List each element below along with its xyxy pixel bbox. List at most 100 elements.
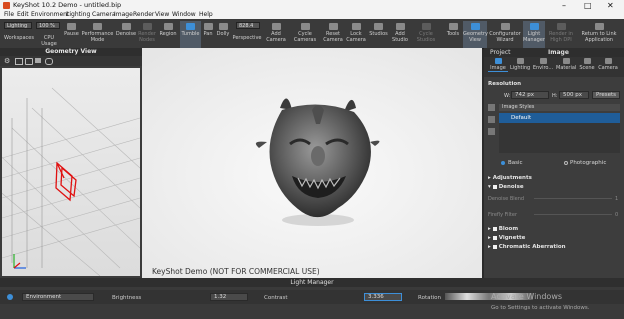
denoise-button[interactable]: Denoise (115, 23, 137, 38)
reset-camera-label: Reset Camera (323, 31, 343, 43)
denoise-heading[interactable]: ▾ Denoise (488, 184, 524, 190)
menu-edit[interactable]: Edit (17, 11, 29, 18)
add-studio-button[interactable]: Add Studio (390, 23, 410, 43)
return-to-link-button[interactable]: Return to Link Application (577, 23, 621, 43)
menu-view[interactable]: View (155, 11, 169, 18)
visibility-icon[interactable] (45, 58, 53, 65)
chromatic-aberration-heading[interactable]: ▸ Chromatic Aberration (488, 244, 566, 250)
region-button[interactable]: Region (158, 23, 178, 38)
denoise-blend-value[interactable]: 1 (615, 196, 618, 202)
chromatic-aberration-checkbox[interactable] (492, 244, 497, 249)
menu-camera[interactable]: Camera (92, 11, 116, 18)
subtab-material[interactable]: Material (556, 58, 576, 71)
camera-icon[interactable] (25, 58, 33, 65)
subtab-camera[interactable]: Camera (598, 58, 618, 71)
style-default-row[interactable]: Default (499, 113, 620, 123)
menu-file[interactable]: File (4, 11, 14, 18)
light-enabled-icon[interactable] (7, 294, 13, 300)
denoise-blend-slider[interactable] (534, 198, 612, 199)
render-high-dpi-button[interactable]: Render in High DPI (547, 23, 575, 43)
denoise-checkbox[interactable] (492, 184, 497, 189)
cycle-cameras-icon (300, 23, 310, 30)
add-camera-icon (271, 23, 281, 30)
lighting-icon (516, 58, 524, 64)
adjustments-heading[interactable]: ▸ Adjustments (488, 175, 532, 181)
contrast-input[interactable]: 3.336 (364, 293, 402, 301)
window-title: KeyShot 10.2 Demo - untitled.bip (13, 1, 122, 9)
menu-image[interactable]: Image (114, 11, 133, 18)
bloom-heading[interactable]: ▸ Bloom (488, 226, 518, 232)
performance-mode-button[interactable]: Performance Mode (81, 23, 114, 43)
menu-help[interactable]: Help (199, 11, 213, 18)
perspective-button[interactable]: Perspective (232, 35, 262, 42)
geometry-view-canvas[interactable] (2, 68, 140, 276)
reset-camera-button[interactable]: Reset Camera (322, 23, 344, 43)
dolly-button[interactable]: Dolly (215, 23, 231, 38)
brightness-input[interactable]: 1.32 (210, 293, 248, 301)
studios-button[interactable]: Studios (368, 23, 389, 38)
add-camera-label: Add Camera (266, 31, 286, 43)
menu-render[interactable]: Render (133, 11, 154, 18)
add-camera-button[interactable]: Add Camera (265, 23, 287, 43)
scene-icon (583, 58, 591, 64)
pause-button[interactable]: Pause (63, 23, 80, 38)
maximize-icon[interactable]: □ (584, 1, 592, 10)
tumble-icon (186, 23, 195, 30)
tumble-button[interactable]: Tumble (180, 21, 201, 48)
settings-gear-icon[interactable]: ⚙ (4, 57, 10, 65)
subtab-environment[interactable]: Enviro... (532, 58, 554, 71)
configurator-wizard-label: Configurator Wizard (489, 31, 521, 43)
width-input[interactable]: 742 px (511, 91, 549, 99)
delete-style-icon[interactable] (488, 128, 495, 135)
render-nodes-button[interactable]: Render Nodes (137, 23, 157, 43)
menu-lighting[interactable]: Lighting (66, 11, 90, 18)
image-styles-header: Image Styles (499, 104, 620, 111)
pan-button[interactable]: Pan (202, 23, 214, 38)
menu-environment[interactable]: Environment (31, 11, 69, 18)
lights-icon[interactable] (35, 58, 41, 63)
region-icon (163, 23, 173, 30)
configurator-wizard-button[interactable]: Configurator Wizard (488, 23, 522, 43)
light-source-field[interactable]: Environment (22, 293, 94, 301)
subtab-scene[interactable]: Scene (578, 58, 596, 71)
tab-image[interactable]: Image (548, 49, 569, 56)
vignette-checkbox[interactable] (492, 235, 497, 240)
render-scene (142, 48, 482, 278)
menu-window[interactable]: Window (172, 11, 196, 18)
firefly-filter-value[interactable]: 0 (615, 212, 618, 218)
workspaces-button[interactable]: Workspaces (4, 35, 34, 42)
subtab-environment-label: Enviro... (532, 65, 554, 71)
geometry-view-button[interactable]: Geometry View (463, 21, 488, 48)
mode-basic-radio[interactable] (501, 161, 505, 165)
add-studio-icon (395, 23, 405, 30)
mode-photographic-radio[interactable] (564, 161, 568, 165)
cpu-usage-button[interactable]: CPU Usage (36, 35, 62, 47)
vignette-heading[interactable]: ▸ Vignette (488, 235, 525, 241)
minimize-icon[interactable]: – (562, 1, 566, 10)
lock-camera-button[interactable]: Lock Camera (345, 23, 367, 43)
lighting-preset-select[interactable]: Lighting (4, 22, 32, 29)
cycle-cameras-button[interactable]: Cycle Cameras (292, 23, 318, 43)
tools-button[interactable]: Tools (444, 23, 462, 38)
tumble-label: Tumble (181, 31, 200, 37)
cycle-studios-button[interactable]: Cycle Studios (414, 23, 438, 43)
subtab-camera-label: Camera (598, 65, 618, 71)
subtab-image[interactable]: Image (488, 58, 508, 72)
tab-project[interactable]: Project (490, 49, 511, 56)
light-manager-title: Light Manager (0, 278, 624, 287)
firefly-filter-slider[interactable] (534, 214, 612, 215)
subtab-lighting[interactable]: Lighting (510, 58, 530, 71)
resolution-heading: Resolution (488, 81, 522, 87)
close-icon[interactable]: ✕ (607, 1, 614, 10)
render-viewport[interactable]: KeyShot Demo (NOT FOR COMMERCIAL USE) (142, 48, 482, 278)
frame-icon[interactable] (15, 58, 23, 65)
contrast-label: Contrast (264, 295, 288, 301)
presets-button[interactable]: Presets (592, 91, 620, 99)
bloom-checkbox[interactable] (492, 226, 497, 231)
light-manager-button[interactable]: Light Manager (523, 21, 545, 48)
cpu-percent-select[interactable]: 100 % (36, 22, 60, 29)
height-input[interactable]: 500 px (559, 91, 589, 99)
add-style-icon[interactable] (488, 116, 495, 123)
focal-length-field[interactable]: 828.4 (236, 22, 260, 29)
style-list-icon[interactable] (488, 104, 495, 111)
